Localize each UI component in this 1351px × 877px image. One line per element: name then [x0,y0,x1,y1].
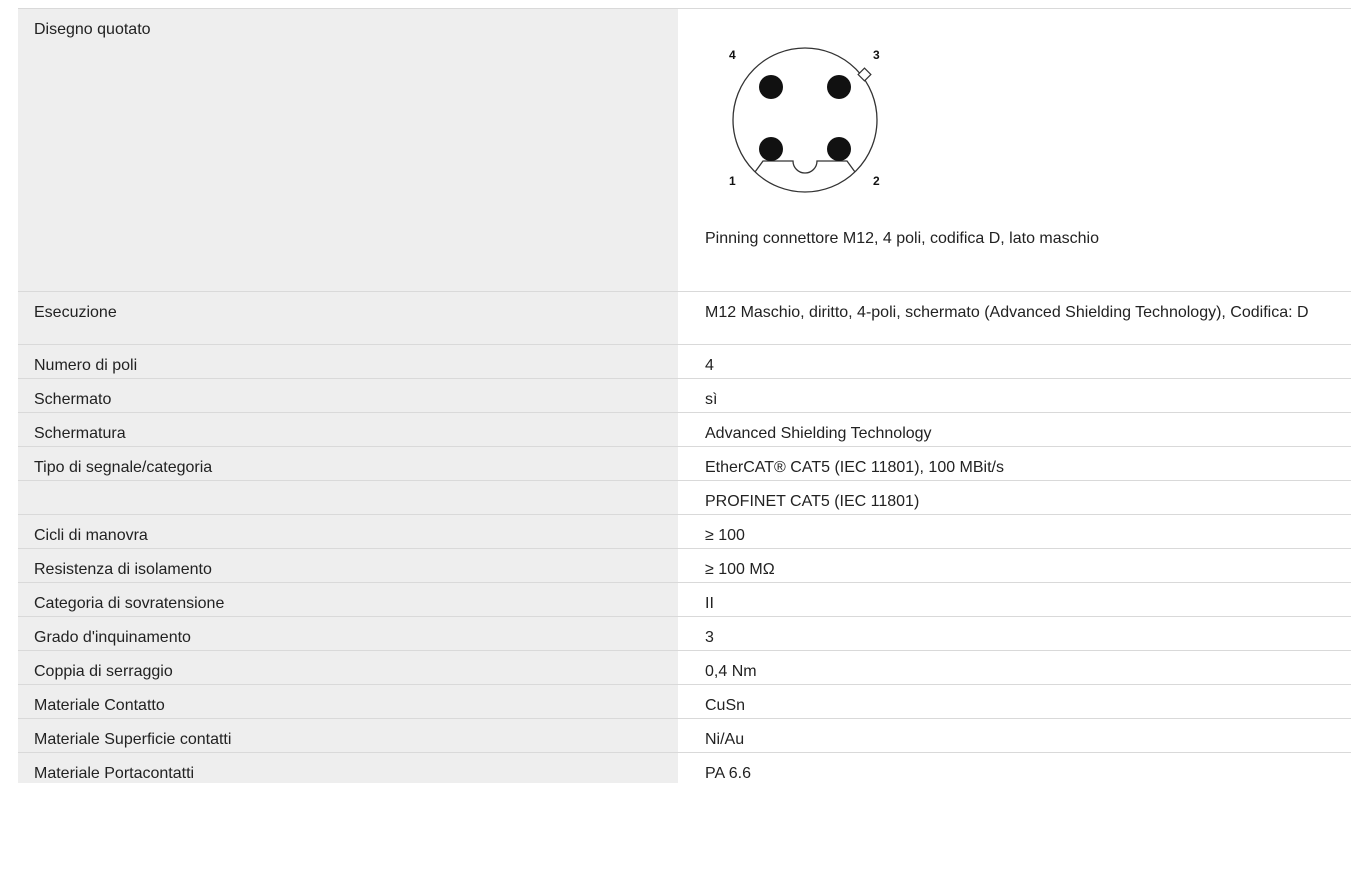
spec-table: Disegno quotato 4 3 1 2 Pinning connetto… [18,8,1351,783]
spec-label: Tipo di segnale/categoria [18,447,678,480]
spec-value: II [678,583,1351,616]
spec-label: Materiale Superficie contatti [18,719,678,752]
spec-value: 3 [678,617,1351,650]
spec-row-drawing: Disegno quotato 4 3 1 2 Pinning connetto… [18,8,1351,291]
spec-value: 4 [678,345,1351,378]
connector-outline [732,47,878,193]
spec-value: EtherCAT® CAT5 (IEC 11801), 100 MBit/s [678,447,1351,480]
spec-value: sì [678,379,1351,412]
pin-1 [759,137,783,161]
spec-value: PA 6.6 [678,753,1351,783]
spec-value: M12 Maschio, diritto, 4-poli, schermato … [678,292,1351,344]
pin-3 [827,75,851,99]
spec-value: Advanced Shielding Technology [678,413,1351,446]
pin-number-label: 1 [729,174,736,188]
pin-number-label: 3 [873,48,880,62]
spec-value: 0,4 Nm [678,651,1351,684]
drawing-caption: Pinning connettore M12, 4 poli, codifica… [705,230,1099,247]
m12-pinning-diagram: 4 3 1 2 [729,47,880,193]
spec-row: Resistenza di isolamento ≥ 100 MΩ [18,548,1351,582]
spec-row: Grado d'inquinamento 3 [18,616,1351,650]
spec-label: Schermato [18,379,678,412]
spec-row: Materiale Portacontatti PA 6.6 [18,752,1351,783]
spec-label: Disegno quotato [18,9,678,291]
spec-value: PROFINET CAT5 (IEC 11801) [678,481,1351,514]
pin-4 [759,75,783,99]
spec-label: Materiale Portacontatti [18,753,678,783]
spec-row: Cicli di manovra ≥ 100 [18,514,1351,548]
spec-row: Numero di poli 4 [18,344,1351,378]
spec-value: 4 3 1 2 Pinning connettore M12, 4 poli, … [678,9,1351,291]
spec-row-continuation: PROFINET CAT5 (IEC 11801) [18,480,1351,514]
spec-label: Materiale Contatto [18,685,678,718]
spec-value: ≥ 100 [678,515,1351,548]
spec-row: Coppia di serraggio 0,4 Nm [18,650,1351,684]
spec-label: Resistenza di isolamento [18,549,678,582]
pin-number-label: 2 [873,174,880,188]
spec-row: Materiale Superficie contatti Ni/Au [18,718,1351,752]
spec-label: Grado d'inquinamento [18,617,678,650]
spec-row: Schermatura Advanced Shielding Technolog… [18,412,1351,446]
spec-label: Esecuzione [18,292,678,344]
spec-row: Categoria di sovratensione II [18,582,1351,616]
spec-row: Schermato sì [18,378,1351,412]
spec-label: Schermatura [18,413,678,446]
spec-label [18,481,678,514]
spec-label: Categoria di sovratensione [18,583,678,616]
spec-label: Coppia di serraggio [18,651,678,684]
pin-number-label: 4 [729,48,736,62]
spec-row: Esecuzione M12 Maschio, diritto, 4-poli,… [18,291,1351,344]
spec-label: Numero di poli [18,345,678,378]
spec-value: ≥ 100 MΩ [678,549,1351,582]
spec-row: Materiale Contatto CuSn [18,684,1351,718]
spec-row: Tipo di segnale/categoria EtherCAT® CAT5… [18,446,1351,480]
spec-value: CuSn [678,685,1351,718]
spec-value: Ni/Au [678,719,1351,752]
spec-label: Cicli di manovra [18,515,678,548]
pin-2 [827,137,851,161]
